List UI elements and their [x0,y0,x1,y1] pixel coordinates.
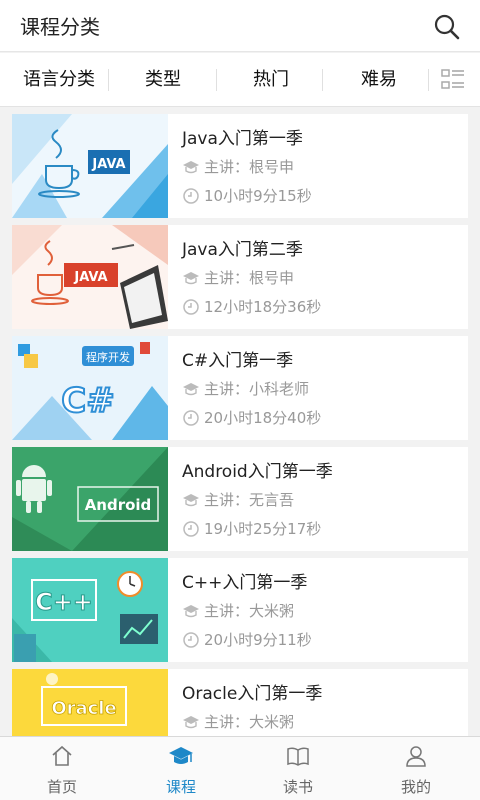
graduation-cap-icon [183,715,199,728]
course-card[interactable]: JAVA Java入门第一季 主讲：根号申 10小时9分15秒 [12,114,468,218]
filter-hot[interactable]: 热门 [218,53,324,107]
course-card[interactable]: JAVA Java入门第二季 主讲：根号申 12小时18分36秒 [12,225,468,329]
graduation-cap-icon [183,604,199,617]
thumb-text: Oracle [51,698,116,719]
course-card[interactable]: C++ C++入门第一季 主讲：大米粥 20小时9分11秒 [12,558,468,662]
tab-home[interactable]: 首页 [2,737,122,800]
thumb-text: JAVA [73,270,107,285]
tab-label: 课程 [165,778,196,796]
divider [322,69,323,91]
thumb-text: Android [85,496,152,514]
teacher-line: 主讲：小科老师 [182,378,309,399]
search-icon[interactable] [432,12,462,42]
thumb-text: C# [61,381,114,421]
course-thumbnail: JAVA [12,225,168,329]
thumb-text: C++ [35,588,93,616]
course-list: JAVA Java入门第一季 主讲：根号申 10小时9分15秒 JAVA Jav… [0,108,480,736]
course-thumbnail: Android [12,447,168,551]
duration-line: 19小时25分17秒 [182,518,321,539]
duration-text: 10小时9分15秒 [204,187,312,205]
course-thumbnail: 程序开发 C# [12,336,168,440]
book-icon [287,747,309,766]
graduation-cap-icon [183,271,199,284]
divider [216,69,217,91]
teacher-line: 主讲：根号申 [182,267,294,288]
teacher-line: 主讲：大米粥 [182,711,294,732]
teacher-line: 主讲：无言吾 [182,489,294,510]
course-card[interactable]: Android Android入门第一季 主讲：无言吾 19小时25分17秒 [12,447,468,551]
course-thumbnail: JAVA [12,114,168,218]
course-title: C++入门第一季 [182,573,308,593]
teacher-text: 主讲：大米粥 [204,602,295,620]
filter-language[interactable]: 语言分类 [10,53,108,107]
page-title: 课程分类 [20,15,100,39]
tab-courses[interactable]: 课程 [121,737,241,800]
graduation-cap-icon [183,493,199,506]
clock-icon [183,187,199,204]
course-thumbnail: Oracle [12,669,168,736]
duration-line: 20小时9分11秒 [182,629,312,650]
graduation-cap-icon [169,747,193,764]
duration-line: 12小时18分36秒 [182,296,321,317]
thumb-text: JAVA [91,157,125,172]
home-icon [52,745,72,766]
teacher-line: 主讲：大米粥 [182,600,294,621]
duration-line: 10小时9分15秒 [182,185,312,206]
tab-label: 我的 [400,778,431,796]
teacher-text: 主讲：大米粥 [204,713,295,731]
tab-mine[interactable]: 我的 [356,737,476,800]
teacher-text: 主讲：小科老师 [204,380,310,398]
graduation-cap-icon [183,160,199,173]
filter-bar: 语言分类 类型 热门 难易 [0,53,480,107]
filter-type[interactable]: 类型 [110,53,216,107]
teacher-text: 主讲：根号申 [204,269,295,287]
duration-text: 20小时18分40秒 [204,409,322,427]
divider [108,69,109,91]
course-thumbnail: C++ [12,558,168,662]
teacher-text: 主讲：无言吾 [204,491,295,509]
divider [428,69,429,91]
filter-difficulty[interactable]: 难易 [326,53,432,107]
list-view-icon[interactable] [440,67,466,93]
user-icon [406,746,426,767]
duration-line: 20小时18分40秒 [182,407,321,428]
tab-label: 读书 [282,778,313,796]
duration-text: 12小时18分36秒 [204,298,322,316]
tab-reading[interactable]: 读书 [238,737,358,800]
graduation-cap-icon [183,382,199,395]
duration-text: 20小时9分11秒 [204,631,312,649]
course-title: Android入门第一季 [182,462,333,482]
teacher-line: 主讲：根号申 [182,156,294,177]
course-card[interactable]: Oracle Oracle入门第一季 主讲：大米粥 [12,669,468,736]
thumb-caption: 程序开发 [86,350,130,364]
clock-icon [183,298,199,315]
course-title: C#入门第一季 [182,351,294,371]
bottom-tab-bar: 首页 课程 读书 我的 [0,736,480,800]
clock-icon [183,520,199,537]
teacher-text: 主讲：根号申 [204,158,295,176]
top-bar: 课程分类 [0,0,480,52]
course-card[interactable]: 程序开发 C# C#入门第一季 主讲：小科老师 20小时18分40秒 [12,336,468,440]
course-title: Oracle入门第一季 [182,684,323,704]
course-title: Java入门第一季 [182,129,303,149]
clock-icon [183,409,199,426]
course-title: Java入门第二季 [182,240,303,260]
tab-label: 首页 [46,778,77,796]
clock-icon [183,631,199,648]
duration-text: 19小时25分17秒 [204,520,322,538]
